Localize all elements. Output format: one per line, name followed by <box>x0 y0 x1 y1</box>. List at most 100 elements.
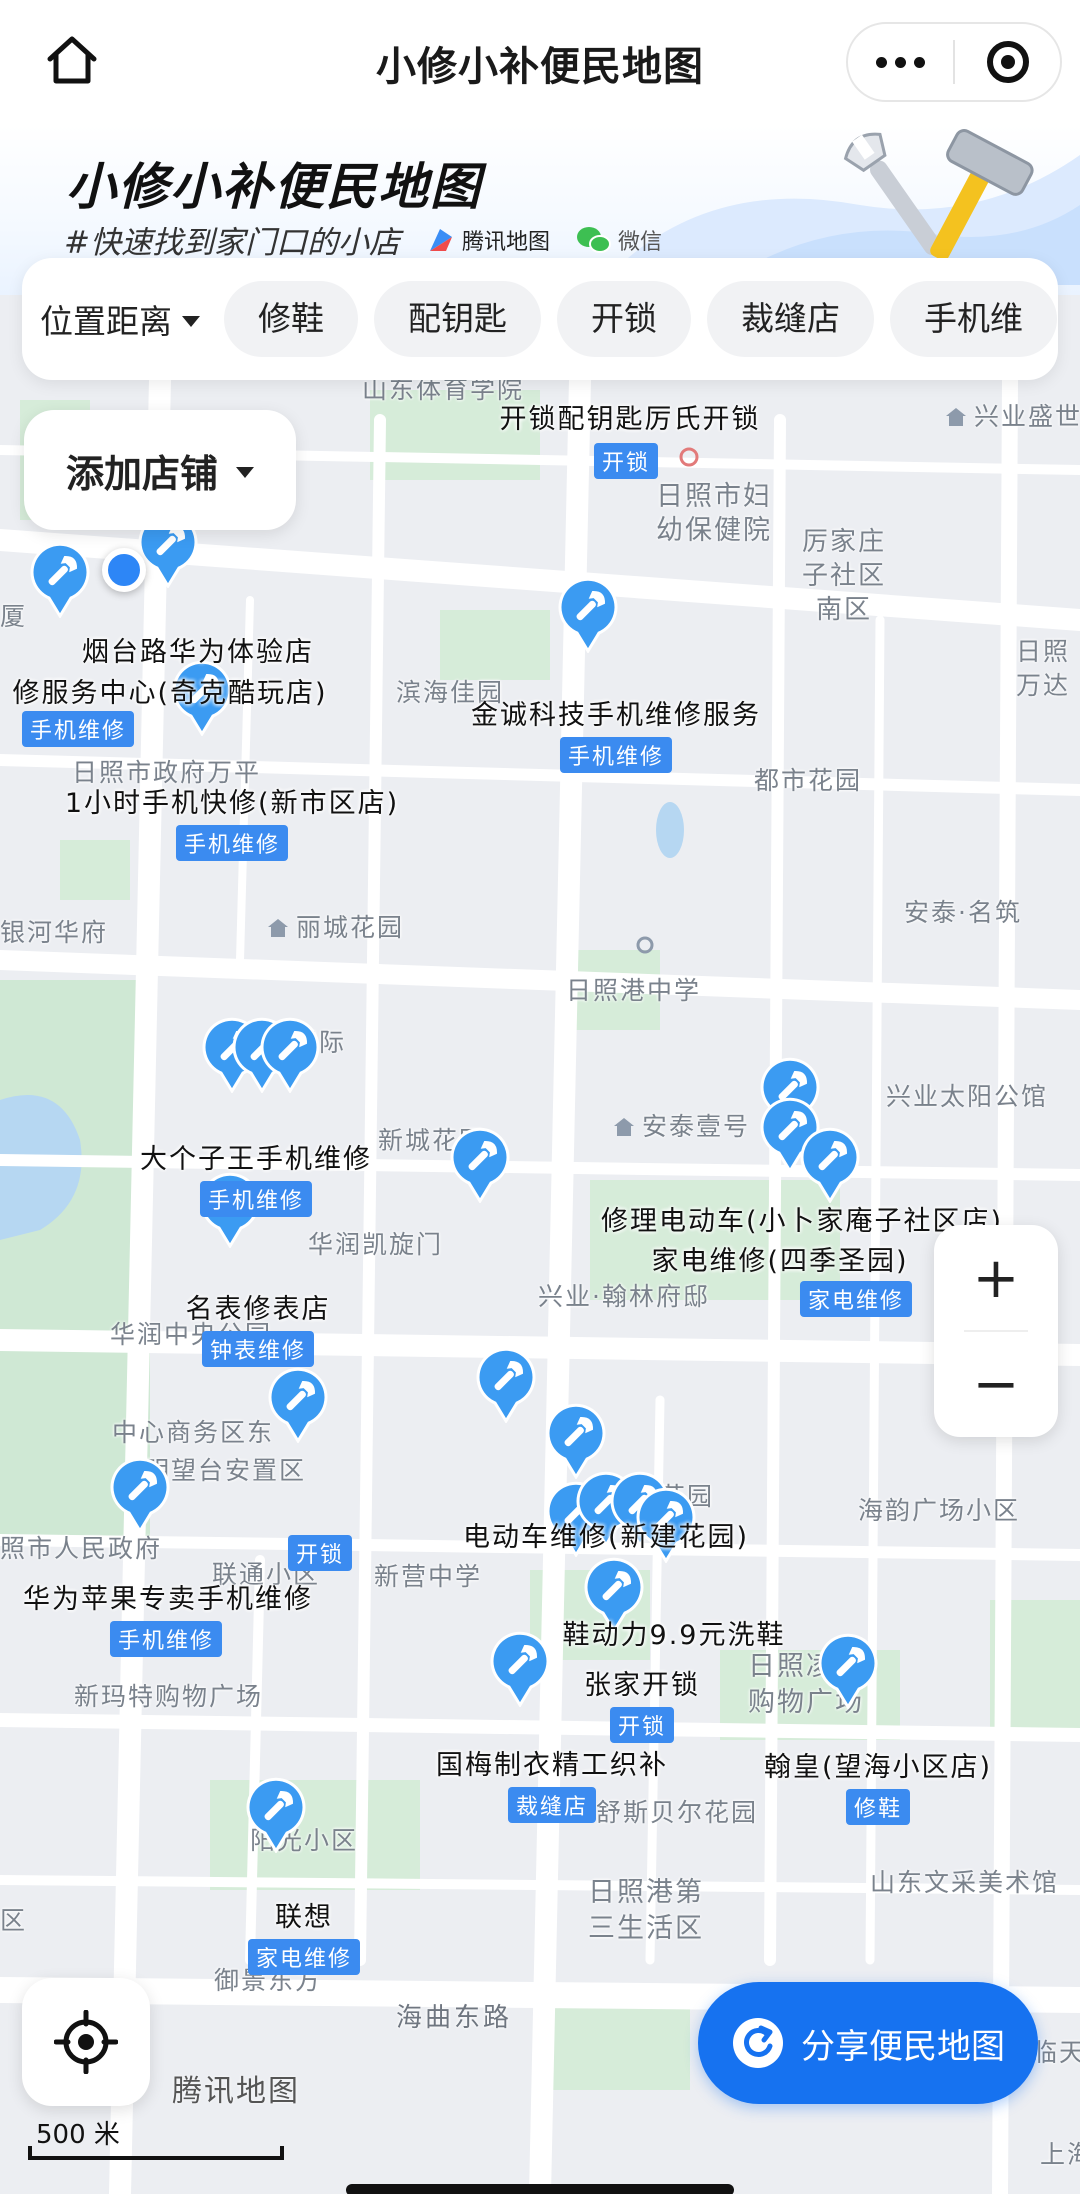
filter-chip-shoe-repair[interactable]: 修鞋 <box>224 281 358 357</box>
wrench-pin-icon[interactable] <box>545 1403 607 1479</box>
poi-text: 安泰壹号 <box>642 1112 751 1141</box>
sort-label: 位置距离 <box>40 302 172 341</box>
brand-tencent-text: 腾讯地图 <box>461 229 550 255</box>
hero-title: 小修小补便民地图 <box>66 158 482 216</box>
poi-text: 兴业盛世 <box>974 402 1080 431</box>
poi-label: 都市花园 <box>754 766 863 795</box>
tools-illustration <box>843 129 1034 261</box>
miniapp-capsule <box>846 22 1062 102</box>
store-label[interactable]: 开锁配钥匙厉氏开锁 <box>500 397 761 436</box>
poi-label: 新玛特购物广场 <box>74 1682 264 1711</box>
brand-tencent-map: 腾讯地图 <box>426 224 550 256</box>
poi-label: 日照港第三生活区 <box>588 1877 704 1944</box>
store-label[interactable]: 烟台路华为体验店 <box>82 630 314 669</box>
category-tag: 手机维修 <box>559 737 673 773</box>
wrench-pin-icon[interactable] <box>245 1777 307 1853</box>
wrench-pin-icon[interactable] <box>475 1347 537 1423</box>
poi-label: 区 <box>0 1906 28 1935</box>
brand-wechat: 微信 <box>576 224 662 256</box>
filter-chip-phone-repair[interactable]: 手机维 <box>890 281 1057 357</box>
map-logo: 腾讯地图 <box>172 2074 300 2109</box>
share-map-button[interactable]: 分享便民地图 <box>698 1982 1038 2104</box>
category-tag: 开锁 <box>287 1535 353 1571</box>
poi-label: 华润凯旋门 <box>308 1230 444 1259</box>
more-dots-icon <box>876 56 887 68</box>
store-label[interactable]: 家电维修(四季圣园) <box>651 1239 908 1278</box>
category-tag: 钟表维修 <box>201 1331 315 1367</box>
caret-down-icon <box>182 315 200 327</box>
building-icon <box>946 408 966 426</box>
category-tag: 手机维修 <box>175 825 289 861</box>
hero-subtitle-row: #快速找到家门口的小店 腾讯地图 微信 <box>64 217 662 262</box>
poi-label: 兴业太阳公馆 <box>886 1082 1049 1111</box>
store-label[interactable]: 名表修表店 <box>186 1287 331 1326</box>
poi-label: 海韵广场小区 <box>858 1496 1021 1525</box>
poi-label: 舒斯贝尔花园 <box>596 1798 759 1827</box>
store-label[interactable]: 大个子王手机维修 <box>140 1137 372 1176</box>
category-tag: 裁缝店 <box>507 1787 597 1823</box>
category-tag: 家电维修 <box>247 1939 361 1975</box>
filter-chip-unlock[interactable]: 开锁 <box>557 281 691 357</box>
zoom-in-button[interactable]: + <box>934 1225 1058 1331</box>
wrench-pin-icon[interactable] <box>489 1631 551 1707</box>
poi-label: 日照港中学 <box>566 976 702 1005</box>
crosshair-icon <box>54 2010 118 2074</box>
close-miniapp-button[interactable] <box>955 24 1060 100</box>
poi-label: 日照万达 <box>1016 637 1071 700</box>
poi-label: 中心商务区东 <box>112 1418 275 1447</box>
brand-wechat-text: 微信 <box>618 229 663 255</box>
sort-dropdown[interactable]: 位置距离 <box>40 295 208 343</box>
wrench-pin-icon[interactable] <box>799 1127 861 1203</box>
store-label[interactable]: 修服务中心(奇克酷玩店) <box>12 671 327 710</box>
nav-bar: 小修小补便民地图 <box>0 0 1080 125</box>
category-tag: 修鞋 <box>845 1789 911 1825</box>
store-label[interactable]: 1小时手机快修(新市区店) <box>65 781 399 820</box>
zoom-divider <box>964 1330 1028 1332</box>
road-label: 海曲东路 <box>396 2003 513 2033</box>
tencent-map-icon <box>429 228 452 251</box>
wrench-pin-icon[interactable] <box>817 1633 879 1709</box>
store-label[interactable]: 张家开锁 <box>584 1663 700 1702</box>
target-icon <box>986 41 1029 83</box>
poi-label: 丽城花园 <box>268 908 404 944</box>
caret-down-icon <box>236 466 254 478</box>
poi-label: 兴业·翰林府邸 <box>538 1282 710 1311</box>
filter-bar: 位置距离 修鞋 配钥匙 开锁 裁缝店 手机维 <box>22 258 1058 380</box>
share-label: 分享便民地图 <box>801 2026 1005 2067</box>
store-label[interactable]: 电动车维修(新建花园) <box>463 1515 749 1554</box>
add-store-button[interactable]: 添加店铺 <box>24 410 296 530</box>
poi-label: 银河华府 <box>0 918 109 947</box>
wrench-pin-icon[interactable] <box>449 1127 511 1203</box>
poi-label: 安泰·名筑 <box>904 898 1022 927</box>
more-dot <box>914 56 925 68</box>
zoom-control: + − <box>934 1225 1058 1437</box>
poi-label: 新营中学 <box>374 1562 483 1591</box>
wrench-pin-icon[interactable] <box>29 542 91 618</box>
add-store-label: 添加店铺 <box>65 451 218 496</box>
hero-slogan: #快速找到家门口的小店 <box>64 225 400 261</box>
zoom-out-button[interactable]: − <box>934 1331 1058 1437</box>
store-label[interactable]: 金诚科技手机维修服务 <box>471 693 761 732</box>
more-dot <box>895 56 906 68</box>
wrench-pin-icon[interactable] <box>109 1457 171 1533</box>
poi-text: 丽城花园 <box>296 913 405 942</box>
poi-label: 厦 <box>0 602 28 631</box>
locate-me-button[interactable] <box>22 1978 150 2106</box>
wrench-pin-icon[interactable] <box>267 1367 329 1443</box>
filter-chip-key-copy[interactable]: 配钥匙 <box>374 281 541 357</box>
store-label[interactable]: 翰皇(望海小区店) <box>764 1745 992 1784</box>
store-label[interactable]: 鞋动力9.9元洗鞋 <box>563 1613 786 1652</box>
wrench-pin-icon[interactable] <box>557 577 619 653</box>
wrench-pin-icon[interactable] <box>259 1017 321 1093</box>
poi-label: 临天 <box>1032 2038 1080 2067</box>
building-icon <box>268 919 288 937</box>
poi-label: 兴业盛世 <box>946 397 1080 433</box>
category-tag: 手机维修 <box>109 1621 223 1657</box>
filter-chip-tailor[interactable]: 裁缝店 <box>707 281 874 357</box>
store-label[interactable]: 华为苹果专卖手机维修 <box>23 1577 313 1616</box>
store-label[interactable]: 国梅制衣精工织补 <box>436 1743 668 1782</box>
store-label[interactable]: 联想 <box>275 1895 333 1934</box>
more-button[interactable] <box>848 24 953 100</box>
poi-label: 安泰壹号 <box>614 1107 750 1143</box>
category-tag: 手机维修 <box>199 1181 313 1217</box>
